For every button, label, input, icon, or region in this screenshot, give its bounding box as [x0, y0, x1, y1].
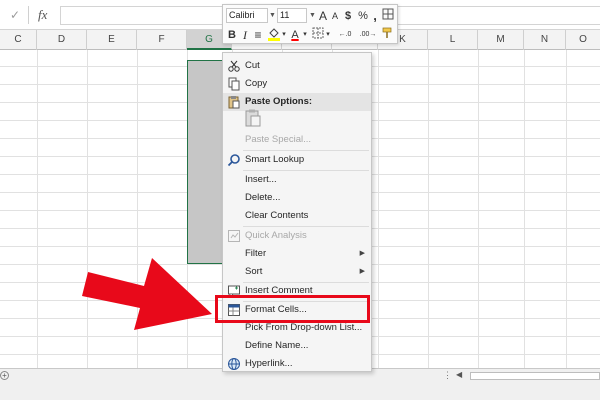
new-sheet-button[interactable]: + [0, 371, 9, 380]
menu-item-quick-analysis[interactable]: Quick Analysis [223, 227, 371, 245]
column-header-l[interactable]: L [428, 30, 478, 50]
currency-button[interactable]: $ [342, 8, 354, 24]
chevron-down-icon[interactable]: ▾ [302, 27, 308, 43]
menu-item-label: Paste Special... [245, 134, 312, 145]
menu-item-delete[interactable]: Delete... [223, 189, 371, 207]
menu-item-label: Sort [245, 266, 263, 277]
font-size-select[interactable]: 11 [277, 8, 307, 23]
paste-icon [227, 95, 241, 109]
grid-col-line [37, 50, 38, 368]
menu-item-define-name[interactable]: Define Name... [223, 337, 371, 355]
menu-item-sort[interactable]: Sort ▶ [223, 263, 371, 281]
menu-item-label: Pick From Drop-down List... [245, 322, 363, 333]
font-name-select[interactable]: Calibri [226, 8, 268, 23]
grid-col-line [478, 50, 479, 368]
menu-item-copy[interactable]: Copy [223, 75, 371, 93]
menu-item-label: Delete... [245, 192, 281, 203]
menu-item-label: Hyperlink... [245, 358, 293, 369]
context-menu: Cut Copy Paste Options: Paste Special...… [222, 52, 372, 372]
chevron-down-icon[interactable]: ▼ [309, 8, 316, 23]
submenu-arrow-icon: ▶ [359, 268, 365, 275]
horizontal-scrollbar[interactable] [470, 372, 600, 380]
menu-item-smart-lookup[interactable]: Smart Lookup [223, 151, 371, 169]
column-header-f[interactable]: F [137, 30, 187, 50]
more-options-icon[interactable]: ⋮ [443, 370, 452, 381]
scroll-left-icon[interactable]: ◀ [456, 370, 466, 380]
insert-function-button[interactable]: fx [38, 7, 47, 23]
paste-clipboard-icon[interactable] [245, 109, 261, 127]
submenu-arrow-icon: ▶ [359, 250, 365, 257]
align-center-button[interactable]: ≡ [252, 27, 264, 43]
shrink-font-button[interactable]: A [330, 8, 340, 24]
bold-button[interactable]: B [227, 27, 237, 43]
font-color-button[interactable]: A [289, 27, 301, 43]
column-header-m[interactable]: M [478, 30, 524, 50]
chevron-down-icon[interactable]: ▼ [269, 8, 276, 23]
menu-item-label: Paste Options: [245, 96, 313, 107]
menu-item-paste-special[interactable]: Paste Special... [223, 131, 371, 149]
column-header-c[interactable]: C [0, 30, 37, 50]
menu-item-label: Define Name... [245, 340, 309, 351]
menu-item-label: Filter [245, 248, 267, 259]
grid-col-line [566, 50, 567, 368]
checkmark-icon[interactable]: ✓ [10, 8, 20, 22]
format-cells-highlight-box [215, 295, 370, 323]
grid-col-line [428, 50, 429, 368]
menu-item-label: Cut [245, 60, 260, 71]
search-icon [227, 153, 241, 167]
menu-item-clear-contents[interactable]: Clear Contents [223, 207, 371, 225]
menu-item-label: Smart Lookup [245, 154, 305, 165]
scissors-icon [227, 59, 241, 73]
copy-icon [227, 77, 241, 91]
comma-button[interactable]: , [371, 8, 379, 24]
red-arrow-icon [82, 258, 212, 330]
column-header-o[interactable]: O [566, 30, 600, 50]
grid-col-line [378, 50, 379, 368]
menu-item-label: Quick Analysis [245, 230, 307, 241]
borders-icon[interactable] [311, 27, 325, 43]
format-grid-icon[interactable] [381, 8, 395, 24]
column-header-n[interactable]: N [524, 30, 566, 50]
quick-analysis-icon [227, 229, 241, 243]
menu-item-hyperlink[interactable]: Hyperlink... [223, 355, 371, 373]
mini-toolbar: Calibri ▼ 11 ▼ A A $ % , B I ≡ ▾ A ▾ ▾ ←… [222, 4, 398, 44]
column-header-e[interactable]: E [87, 30, 137, 50]
menu-item-label: Copy [245, 78, 268, 89]
grid-col-line [524, 50, 525, 368]
menu-item-label: Insert... [245, 174, 277, 185]
paintbrush-icon[interactable] [381, 27, 395, 43]
increase-decimal-button[interactable]: ←.0 [334, 27, 356, 43]
fill-bucket-icon[interactable] [267, 27, 281, 43]
chevron-down-icon[interactable]: ▾ [281, 27, 287, 43]
menu-item-filter[interactable]: Filter ▶ [223, 245, 371, 263]
column-header-d[interactable]: D [37, 30, 87, 50]
formula-bar-divider [28, 6, 29, 24]
hyperlink-icon [227, 357, 241, 371]
grow-font-button[interactable]: A [317, 8, 329, 24]
percent-button[interactable]: % [357, 8, 369, 24]
menu-item-label: Clear Contents [245, 210, 309, 221]
italic-button[interactable]: I [241, 27, 249, 43]
decrease-decimal-button[interactable]: .00→ [357, 27, 379, 43]
menu-item-cut[interactable]: Cut [223, 57, 371, 75]
chevron-down-icon[interactable]: ▾ [325, 27, 331, 43]
menu-item-insert[interactable]: Insert... [223, 171, 371, 189]
